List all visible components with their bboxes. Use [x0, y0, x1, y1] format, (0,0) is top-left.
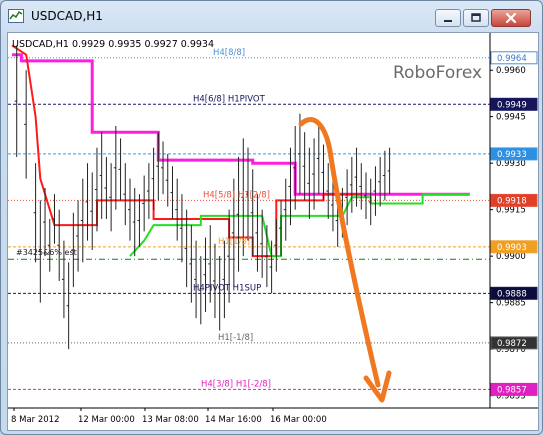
level-label: H4[3/8] H1[-2/8] — [201, 379, 271, 389]
y-tick-label: 0.9900 — [496, 252, 526, 262]
level-label: H4PIVOT H1SUP — [193, 283, 261, 293]
y-tick-label: 0.9930 — [496, 159, 526, 169]
level-label: H4[6/8] H1PIVOT — [193, 94, 266, 104]
maximize-button[interactable] — [463, 9, 489, 27]
level-label: H4[5/8] H1[2/8] — [203, 190, 270, 200]
price-tag-label: 0.9903 — [497, 243, 527, 253]
title-bar[interactable]: USDCAD,H1 — [1, 1, 542, 31]
x-tick-label: 8 Mar 2012 — [11, 415, 59, 425]
y-tick-label: 0.9960 — [496, 66, 526, 76]
close-icon — [505, 12, 517, 24]
x-tick-label: 14 Mar 16:00 — [205, 415, 262, 425]
minimize-button[interactable] — [435, 9, 461, 27]
close-button[interactable] — [491, 9, 531, 27]
x-tick-label: 12 Mar 00:00 — [78, 415, 135, 425]
chart-area[interactable]: H4[8/8] H4[6/8] H1PIVOT H4[5/8] H1[2/8] H1[… — [7, 32, 539, 431]
price-tag-label: 0.9888 — [497, 289, 527, 299]
terminal-window: USDCAD,H1 H4[8/8] H4[6/8] H1PIVOT H4[5/8] … — [0, 0, 543, 435]
level-label: H4[8/8] — [213, 48, 245, 58]
window-title: USDCAD,H1 — [31, 9, 103, 23]
brand-label: RoboForex — [393, 63, 482, 83]
symbol-header: USDCAD,H1 0.9929 0.9935 0.9927 0.9934 — [12, 39, 214, 50]
level-label: H1[1/8] — [218, 237, 250, 247]
left-annotation: #3425&6% est — [16, 248, 77, 257]
restore-icon — [471, 13, 481, 22]
y-tick-label: 0.9915 — [496, 206, 526, 216]
y-tick-label: 0.9945 — [496, 113, 526, 123]
price-tag-label: 0.9857 — [497, 385, 527, 395]
price-tag-label: 0.9872 — [497, 339, 527, 349]
x-tick-label: 16 Mar 00:00 — [270, 415, 327, 425]
price-tag-label: 0.9949 — [497, 100, 527, 110]
price-tag-label: 0.9933 — [497, 150, 527, 160]
x-tick-label: 13 Mar 08:00 — [142, 415, 199, 425]
y-tick-label: 0.9885 — [496, 299, 526, 309]
chart-window-icon — [8, 9, 24, 23]
price-tag-label: 0.9964 — [497, 54, 527, 64]
level-label: H1[-1/8] — [218, 333, 253, 343]
price-tag-label: 0.9918 — [497, 196, 527, 206]
minimize-icon — [444, 20, 452, 22]
price-chart[interactable]: H4[8/8] H4[6/8] H1PIVOT H4[5/8] H1[2/8] H1[… — [8, 33, 538, 430]
